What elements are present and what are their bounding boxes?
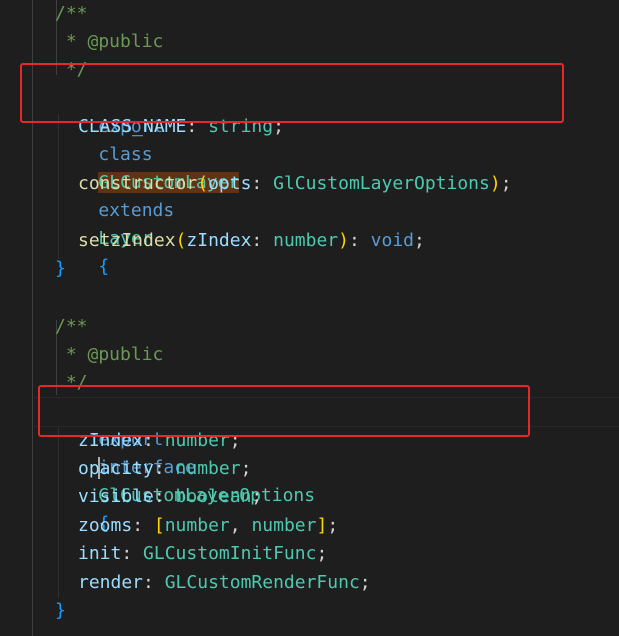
semicolon: ; (500, 173, 512, 194)
colon: : (143, 572, 165, 593)
field-name: init (78, 543, 122, 564)
field-name: zooms (78, 515, 133, 536)
paren-close: ) (489, 173, 501, 194)
tuple-type: number (164, 515, 230, 536)
bracket-close: ] (316, 515, 328, 536)
code-editor[interactable]: /** * @public */ export class GLCustomLa… (0, 0, 619, 636)
semicolon: ; (316, 543, 328, 564)
comma: , (229, 515, 252, 536)
param-name: opts (208, 173, 252, 194)
paren-open: ( (175, 230, 187, 251)
colon: : (153, 486, 176, 507)
semicolon: ; (229, 430, 241, 451)
code-line-field-render[interactable]: render: GLCustomRenderFunc; (78, 569, 619, 597)
semicolon: ; (240, 458, 252, 479)
code-line-field-opacity[interactable]: opacity: number; (78, 455, 619, 483)
semicolon: ; (251, 486, 263, 507)
field-name: CLASS_NAME (78, 116, 187, 137)
code-line-field-zindex[interactable]: zIndex: number; (78, 427, 619, 455)
code-line-field-init[interactable]: init: GLCustomInitFunc; (78, 540, 619, 568)
field-name: render (78, 572, 144, 593)
tuple-type: number (251, 515, 317, 536)
colon: : (132, 515, 154, 536)
code-line-field-zooms[interactable]: zooms: [number, number]; (78, 512, 619, 540)
colon: : (251, 173, 274, 194)
doc-comment-close: */ (55, 59, 88, 80)
doc-comment-open: /** (55, 316, 88, 337)
field-type: GLCustomRenderFunc (164, 572, 360, 593)
semicolon: ; (273, 116, 284, 137)
colon: : (186, 116, 209, 137)
doc-comment-close: */ (55, 372, 88, 393)
code-line-constructor[interactable]: constructor(opts: GlCustomLayerOptions); (78, 170, 619, 198)
field-name: opacity (78, 458, 154, 479)
code-line-class-declaration[interactable]: export class GLCustomLayer extends Layer… (55, 85, 615, 277)
code-line-field-visible[interactable]: visible: boolean; (78, 483, 619, 511)
semicolon: ; (327, 515, 339, 536)
brace-close: } (55, 600, 66, 621)
param-type: number (273, 230, 339, 251)
field-type: number (175, 458, 241, 479)
field-name: visible (78, 486, 154, 507)
doc-comment-open: /** (55, 3, 88, 24)
field-type: GLCustomInitFunc (143, 543, 317, 564)
field-name: zIndex (78, 430, 144, 451)
code-line-class-name-field[interactable]: CLASS_NAME: string; (78, 113, 619, 141)
doc-comment-public-tag: * @public (55, 344, 164, 365)
code-line-setzindex[interactable]: setzIndex(zIndex: number): void; (78, 227, 619, 255)
code-line-interface-declaration[interactable]: export interface GlCustomLayerOptions { (55, 398, 615, 534)
colon: : (143, 430, 165, 451)
paren-close: ) (338, 230, 349, 251)
return-type: void (370, 230, 415, 251)
brace-close: } (55, 258, 66, 279)
colon: : (251, 230, 274, 251)
keyword-extends: extends (98, 200, 175, 221)
param-type: GlCustomLayerOptions (273, 173, 490, 194)
field-type: number (164, 430, 230, 451)
semicolon: ; (359, 572, 371, 593)
constructor-name: constructor (78, 173, 198, 194)
param-name: zIndex (186, 230, 252, 251)
keyword-class: class (98, 144, 153, 165)
method-name: setzIndex (78, 230, 176, 251)
bracket-open: [ (153, 515, 165, 536)
field-type: string (208, 116, 274, 137)
field-type: boolean (175, 486, 252, 507)
colon: : (153, 458, 176, 479)
doc-comment-public-tag: * @public (55, 31, 164, 52)
gutter-divider (32, 0, 33, 636)
colon: : (348, 230, 371, 251)
colon: : (121, 543, 144, 564)
semicolon: ; (414, 230, 425, 251)
paren-open: ( (197, 173, 209, 194)
